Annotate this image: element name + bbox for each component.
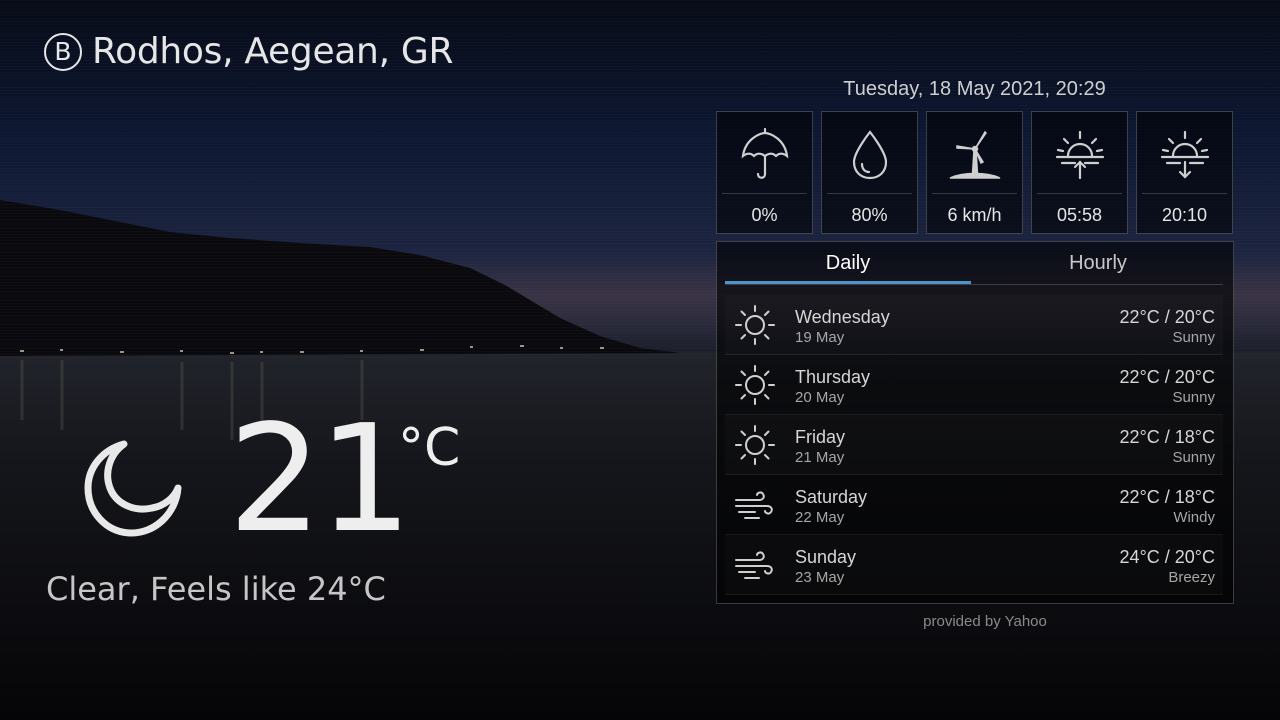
umbrella-icon [717,126,812,186]
humidity-value: 80% [851,205,888,225]
forecast-row[interactable]: Friday 21 May 22°C / 18°C Sunny [725,415,1223,475]
stat-tile-wind[interactable]: 6 km/h [926,111,1023,234]
forecast-condition: Breezy [1168,569,1215,586]
current-condition: Clear, [46,570,140,608]
forecast-tabs: Daily Hourly [725,242,1223,285]
forecast-temps: 24°C / 20°C [1119,547,1215,567]
forecast-temps: 22°C / 18°C [1119,487,1215,507]
forecast-day: Wednesday [795,307,890,327]
app-logo: B [44,32,82,71]
tab-hourly[interactable]: Hourly [975,252,1221,275]
sunset-icon [1137,126,1232,186]
sun-icon [735,305,775,345]
sunset-value: 20:10 [1161,205,1208,225]
forecast-panel: Daily Hourly Wednesday 19 May 22°C / 20°… [716,241,1234,604]
tab-daily[interactable]: Daily [725,252,971,275]
wind-icon [735,491,773,519]
forecast-date: 20 May [795,389,845,406]
forecast-temps: 22°C / 18°C [1119,427,1215,447]
wind-turbine-icon [927,126,1022,186]
forecast-condition: Sunny [1172,449,1215,466]
forecast-date: 19 May [795,329,845,346]
humidity-drop-icon [822,126,917,186]
forecast-row[interactable]: Sunday 23 May 24°C / 20°C Breezy [725,535,1223,595]
forecast-date: 21 May [795,449,845,466]
sun-icon [735,365,775,405]
current-datetime: Tuesday, 18 May 2021, 20:29 [843,78,1106,100]
current-condition-line: Clear, Feels like 24°C [46,570,386,608]
sunrise-value: 05:58 [1056,205,1103,225]
feels-like: Feels like 24°C [150,570,386,608]
forecast-row[interactable]: Wednesday 19 May 22°C / 20°C Sunny [725,295,1223,355]
forecast-condition: Sunny [1172,389,1215,406]
forecast-list: Wednesday 19 May 22°C / 20°C Sunny Thurs… [725,295,1223,595]
active-tab-indicator [725,281,971,284]
header: B Rodhos, Aegean, GR [44,31,453,72]
forecast-date: 22 May [795,509,845,526]
forecast-day: Thursday [795,367,871,387]
stat-tile-sunset[interactable]: 20:10 [1136,111,1233,234]
weather-stats: 0% 80% 6 km/h 05:58 20:10 [716,111,1234,234]
forecast-row[interactable]: Saturday 22 May 22°C / 18°C Windy [725,475,1223,535]
stat-tile-precipitation[interactable]: 0% [716,111,813,234]
forecast-condition: Windy [1173,509,1215,526]
forecast-day: Friday [795,427,846,447]
temperature-unit: °C [398,418,461,478]
sun-icon [735,425,775,465]
current-temperature: 21 [228,393,412,565]
provider-credit: provided by Yahoo [923,613,1047,630]
forecast-condition: Sunny [1172,329,1215,346]
forecast-day: Sunday [795,547,857,567]
moon-icon [84,440,182,537]
precipitation-value: 0% [751,205,778,225]
forecast-temps: 22°C / 20°C [1119,367,1215,387]
forecast-date: 23 May [795,569,845,586]
stat-tile-sunrise[interactable]: 05:58 [1031,111,1128,234]
wind-speed-value: 6 km/h [947,205,1002,225]
forecast-day: Saturday [795,487,868,507]
forecast-temps: 22°C / 20°C [1119,307,1215,327]
wind-icon [735,551,773,579]
stat-tile-humidity[interactable]: 80% [821,111,918,234]
forecast-row[interactable]: Thursday 20 May 22°C / 20°C Sunny [725,355,1223,415]
location-title: Rodhos, Aegean, GR [92,31,454,72]
sunrise-icon [1032,126,1127,186]
